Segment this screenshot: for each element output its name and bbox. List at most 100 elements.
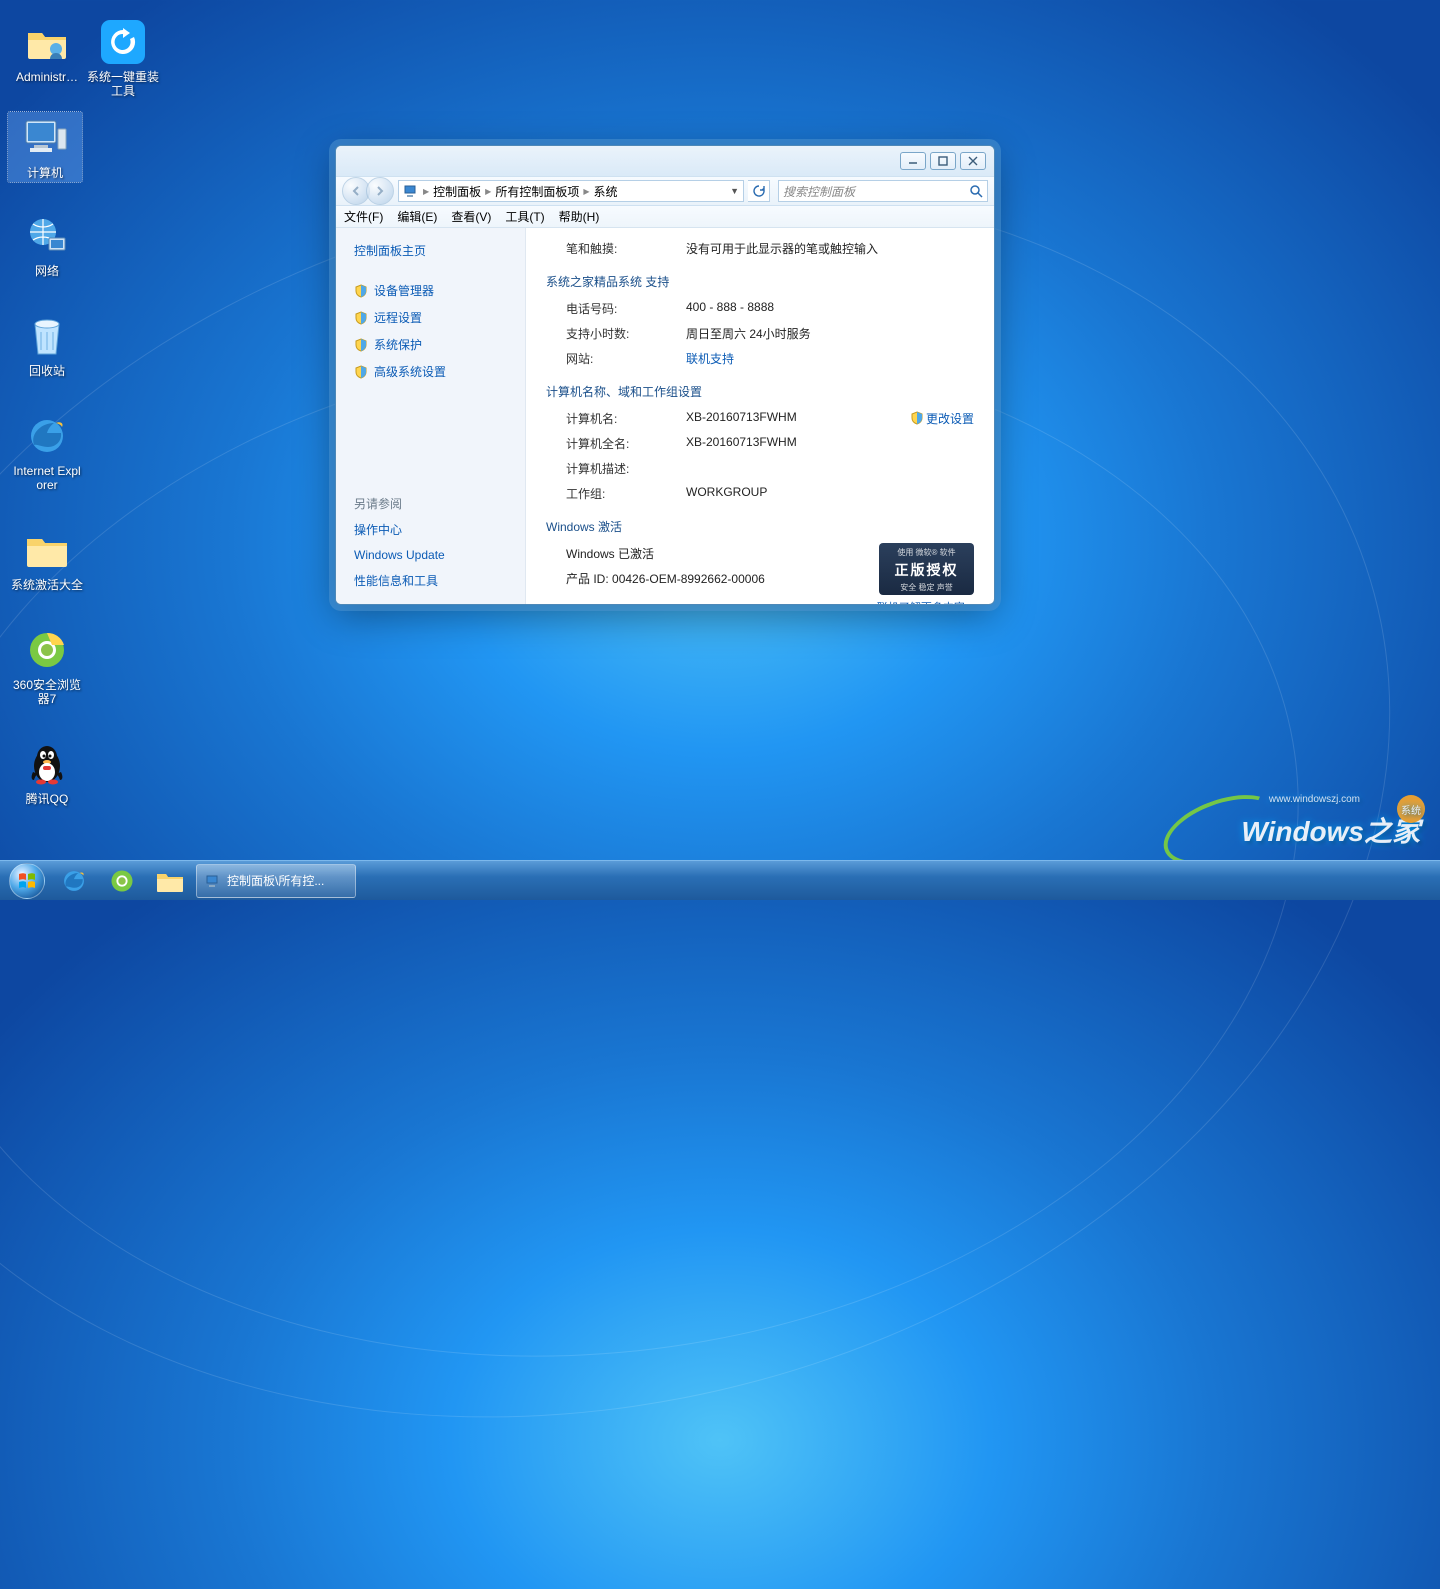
maximize-button[interactable] (930, 152, 956, 170)
taskbar-task-controlpanel[interactable]: 控制面板\所有控... (196, 864, 356, 898)
system-icon (205, 873, 221, 889)
reinstall-icon (99, 18, 147, 66)
icon-label: 回收站 (10, 364, 84, 378)
genuine-sub: 安全 稳定 声誉 (883, 582, 970, 593)
icon-label: 网络 (10, 264, 84, 278)
site-label: 网站: (546, 350, 686, 367)
chevron-right-icon: ▶ (583, 187, 589, 196)
see-also-performance[interactable]: 性能信息和工具 (336, 567, 525, 594)
desc-label: 计算机描述: (546, 460, 686, 477)
menubar: 文件(F) 编辑(E) 查看(V) 工具(T) 帮助(H) (336, 206, 994, 228)
genuine-big: 正版授权 (883, 560, 970, 580)
icon-label: 360安全浏览器7 (10, 678, 84, 707)
desktop-icon-computer[interactable]: 计算机 (8, 112, 82, 182)
shield-icon (354, 338, 368, 352)
icon-label: Administr… (10, 70, 84, 84)
content-pane: 笔和触摸:没有可用于此显示器的笔或触控输入 系统之家精品系统 支持 电话号码:4… (526, 228, 994, 604)
menu-view[interactable]: 查看(V) (451, 208, 491, 225)
hours-value: 周日至周六 24小时服务 (686, 325, 974, 342)
taskbar: 控制面板\所有控... (0, 860, 1440, 900)
crumb-root[interactable]: 控制面板 (433, 183, 481, 200)
search-input[interactable]: 搜索控制面板 (778, 180, 988, 202)
support-heading: 系统之家精品系统 支持 (546, 273, 974, 290)
sidebar-item-remote[interactable]: 远程设置 (336, 304, 525, 331)
navbar: ▶ 控制面板 ▶ 所有控制面板项 ▶ 系统 ▼ 搜索控制面板 (336, 176, 994, 206)
genuine-top: 使用 微软® 软件 (883, 547, 970, 558)
desktop-icon-ie[interactable]: Internet Explorer (10, 412, 84, 493)
system-window: ▶ 控制面板 ▶ 所有控制面板项 ▶ 系统 ▼ 搜索控制面板 文件(F) 编辑(… (335, 145, 995, 605)
icon-label: 计算机 (10, 166, 80, 180)
phone-value: 400 - 888 - 8888 (686, 300, 974, 317)
menu-help[interactable]: 帮助(H) (559, 208, 600, 225)
task-title: 控制面板\所有控... (227, 872, 324, 889)
see-also-windows-update[interactable]: Windows Update (336, 543, 525, 567)
chevron-down-icon[interactable]: ▼ (730, 186, 739, 196)
workgroup-value: WORKGROUP (686, 485, 974, 502)
phone-label: 电话号码: (546, 300, 686, 317)
refresh-button[interactable] (748, 180, 770, 202)
close-button[interactable] (960, 152, 986, 170)
watermark-url: www.windowszj.com (1269, 794, 1360, 805)
pid-label: 产品 ID: (566, 572, 612, 586)
taskbar-360[interactable] (100, 864, 144, 898)
icon-label: Internet Explorer (10, 464, 84, 493)
folder-icon (23, 526, 71, 574)
crumb-mid[interactable]: 所有控制面板项 (495, 183, 579, 200)
pen-label: 笔和触摸: (546, 240, 686, 257)
shield-icon (354, 284, 368, 298)
sidebar-item-protection[interactable]: 系统保护 (336, 331, 525, 358)
shield-icon (354, 311, 368, 325)
cname-label: 计算机名: (546, 410, 686, 427)
shield-icon (910, 411, 924, 425)
crumb-leaf[interactable]: 系统 (594, 183, 618, 200)
folder-user-icon (23, 18, 71, 66)
menu-file[interactable]: 文件(F) (344, 208, 383, 225)
pid-value: 00426-OEM-8992662-00006 (612, 572, 765, 586)
online-support-link[interactable]: 联机支持 (686, 352, 734, 366)
search-placeholder: 搜索控制面板 (783, 183, 855, 200)
activation-heading: Windows 激活 (546, 518, 974, 535)
workgroup-label: 工作组: (546, 485, 686, 502)
learn-more-link[interactable]: 联机了解更多内容... (877, 599, 974, 604)
sidebar-item-label: 高级系统设置 (374, 363, 446, 380)
start-button[interactable] (6, 863, 48, 899)
icon-label: 腾讯QQ (10, 792, 84, 806)
search-icon (969, 184, 983, 198)
genuine-badge[interactable]: 使用 微软® 软件 正版授权 安全 稳定 声誉 (879, 543, 974, 595)
menu-tools[interactable]: 工具(T) (505, 208, 544, 225)
sidebar-item-advanced[interactable]: 高级系统设置 (336, 358, 525, 385)
forward-button[interactable] (366, 177, 394, 205)
see-also-label: 操作中心 (354, 521, 402, 538)
desktop-icon-administrator[interactable]: Administr… (10, 18, 84, 84)
desktop-icon-reinstall-tool[interactable]: 系统一键重装工具 (86, 18, 160, 99)
taskbar-explorer[interactable] (148, 864, 192, 898)
sidebar-item-device-manager[interactable]: 设备管理器 (336, 277, 525, 304)
windows-logo-icon (9, 863, 45, 899)
desktop-icon-360browser[interactable]: 360安全浏览器7 (10, 626, 84, 707)
menu-edit[interactable]: 编辑(E) (397, 208, 437, 225)
desktop-icon-recycle-bin[interactable]: 回收站 (10, 312, 84, 378)
computer-icon (21, 114, 69, 162)
change-settings-link[interactable]: 更改设置 (926, 412, 974, 426)
see-also-action-center[interactable]: 操作中心 (336, 516, 525, 543)
sidebar-item-label: 系统保护 (374, 336, 422, 353)
network-icon (23, 212, 71, 260)
qq-icon (23, 740, 71, 788)
address-bar[interactable]: ▶ 控制面板 ▶ 所有控制面板项 ▶ 系统 ▼ (398, 180, 744, 202)
system-icon (403, 183, 419, 199)
chevron-right-icon: ▶ (423, 187, 429, 196)
desktop-icon-qq[interactable]: 腾讯QQ (10, 740, 84, 806)
see-also-title: 另请参阅 (336, 491, 525, 516)
fullname-value: XB-20160713FWHM (686, 435, 974, 452)
icon-label: 系统激活大全 (10, 578, 84, 592)
chevron-right-icon: ▶ (485, 187, 491, 196)
cname-value: XB-20160713FWHM (686, 410, 797, 424)
minimize-button[interactable] (900, 152, 926, 170)
taskbar-ie[interactable] (52, 864, 96, 898)
titlebar[interactable] (336, 146, 994, 178)
chrome360-icon (23, 626, 71, 674)
shield-icon (354, 365, 368, 379)
desktop-icon-network[interactable]: 网络 (10, 212, 84, 278)
sidebar-home[interactable]: 控制面板主页 (336, 238, 525, 263)
desktop-icon-activation[interactable]: 系统激活大全 (10, 526, 84, 592)
